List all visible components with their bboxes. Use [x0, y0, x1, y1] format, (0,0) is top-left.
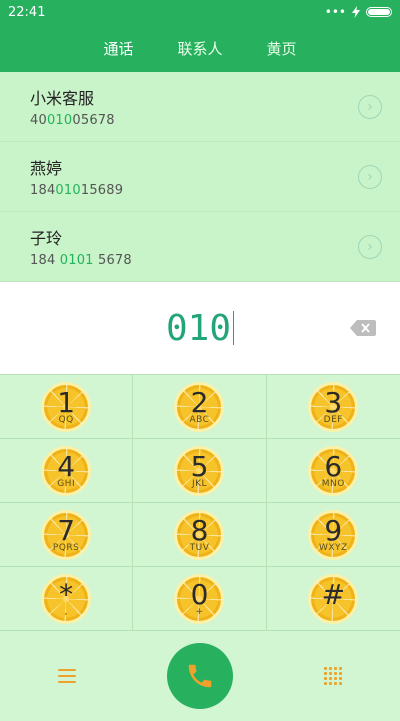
lemon-key-icon: 3 DEF [308, 381, 359, 432]
dialpad-cell [267, 667, 400, 685]
number-part: 184 [30, 183, 56, 198]
dial-digits: 010 [165, 307, 232, 349]
key-7[interactable]: 7 PQRS [0, 503, 134, 566]
status-time: 22:41 [8, 4, 46, 20]
dial-keypad: 1 QQ 2 ABC 3 DEF 4 GHI 5 JKL 6 MNO 7 PQRS 8 TUV … [0, 374, 400, 630]
status-bar: 22:41 ••• [0, 0, 400, 24]
contact-info: 燕婷 18401015689 [30, 155, 123, 198]
contact-info: 子玲 184 0101 5678 [30, 225, 132, 268]
keypad-row: 7 PQRS 8 TUV 9 WXYZ [0, 502, 400, 566]
key-0[interactable]: 0 + [133, 567, 267, 630]
key-letters: ABC [189, 414, 210, 425]
key-star[interactable]: *, [0, 567, 134, 630]
key-letters: WXYZ [318, 542, 348, 553]
key-1[interactable]: 1 QQ [0, 375, 134, 438]
key-letters: TUV [189, 542, 210, 553]
number-part: 15689 [80, 183, 124, 198]
key-letters: MNO [321, 478, 345, 489]
key-9[interactable]: 9 WXYZ [267, 503, 400, 566]
contact-match-list: 小米客服 4001005678 › 燕婷 18401015689 › 子玲 18… [0, 72, 400, 282]
status-icons: ••• [325, 5, 392, 19]
number-match: 0101 [59, 253, 94, 268]
backspace-icon[interactable] [350, 320, 376, 336]
lemon-key-icon: 7 PQRS [41, 509, 92, 560]
lemon-key-icon: 1 QQ [41, 381, 92, 432]
key-letters: DEF [323, 414, 343, 425]
lemon-key-icon: 6 MNO [308, 445, 359, 496]
lemon-key-icon: *, [41, 573, 92, 624]
menu-icon[interactable] [57, 669, 76, 683]
number-match: 010 [46, 113, 73, 128]
contact-name: 小米客服 [30, 89, 95, 108]
text-caret [233, 311, 235, 345]
tab-bar: 通话 联系人 黄页 [0, 24, 400, 72]
key-letters: JKL [191, 478, 208, 489]
key-2[interactable]: 2 ABC [133, 375, 267, 438]
contact-number: 4001005678 [30, 113, 115, 128]
list-item[interactable]: 燕婷 18401015689 › [0, 142, 400, 212]
list-item[interactable]: 子玲 184 0101 5678 › [0, 212, 400, 282]
number-part: 05678 [72, 113, 115, 128]
key-digit: # [321, 577, 346, 611]
keypad-row: 1 QQ 2 ABC 3 DEF [0, 374, 400, 438]
charging-icon [352, 6, 360, 18]
lemon-key-icon: # [308, 573, 359, 624]
tab-contacts[interactable]: 联系人 [169, 30, 230, 67]
phone-icon [188, 664, 212, 688]
key-letters: QQ [58, 414, 74, 425]
keypad-row: 4 GHI 5 JKL 6 MNO [0, 438, 400, 502]
contact-name: 子玲 [30, 229, 63, 248]
key-6[interactable]: 6 MNO [267, 439, 400, 502]
lemon-key-icon: 8 TUV [174, 509, 225, 560]
tab-calls[interactable]: 通话 [95, 30, 141, 67]
number-part: 5678 [93, 253, 132, 268]
menu-cell [0, 669, 133, 683]
number-part: 40 [30, 113, 47, 128]
chevron-right-icon[interactable]: › [358, 164, 382, 189]
bottom-actions [0, 630, 400, 721]
number-match: 010 [55, 183, 81, 198]
key-letters: PQRS [52, 542, 80, 553]
lemon-key-icon: 5 JKL [174, 445, 225, 496]
key-hash[interactable]: # [267, 567, 400, 630]
contact-name: 燕婷 [30, 159, 63, 178]
lemon-key-icon: 0 + [174, 573, 225, 624]
key-letters: GHI [57, 478, 76, 489]
key-4[interactable]: 4 GHI [0, 439, 134, 502]
dialpad-icon[interactable] [324, 667, 343, 685]
contact-info: 小米客服 4001005678 [30, 85, 115, 128]
list-item[interactable]: 小米客服 4001005678 › [0, 72, 400, 142]
dial-input[interactable]: 010 [0, 282, 400, 374]
contact-number: 18401015689 [30, 183, 123, 198]
call-button[interactable] [166, 643, 233, 709]
chevron-right-icon[interactable]: › [358, 94, 382, 119]
key-5[interactable]: 5 JKL [133, 439, 267, 502]
key-letters: + [195, 606, 204, 617]
lemon-key-icon: 4 GHI [41, 445, 92, 496]
chevron-right-icon[interactable]: › [358, 234, 382, 259]
notification-dots: ••• [324, 5, 346, 19]
lemon-key-icon: 2 ABC [174, 381, 225, 432]
keypad-row: *, 0 + # [0, 566, 400, 630]
lemon-key-icon: 9 WXYZ [308, 509, 359, 560]
key-letters: , [64, 606, 68, 617]
battery-icon [366, 7, 392, 17]
number-part: 184 [30, 253, 60, 268]
tab-yellow-pages[interactable]: 黄页 [259, 30, 305, 67]
contact-number: 184 0101 5678 [30, 253, 132, 268]
key-8[interactable]: 8 TUV [133, 503, 267, 566]
call-cell [133, 643, 266, 709]
key-3[interactable]: 3 DEF [267, 375, 400, 438]
